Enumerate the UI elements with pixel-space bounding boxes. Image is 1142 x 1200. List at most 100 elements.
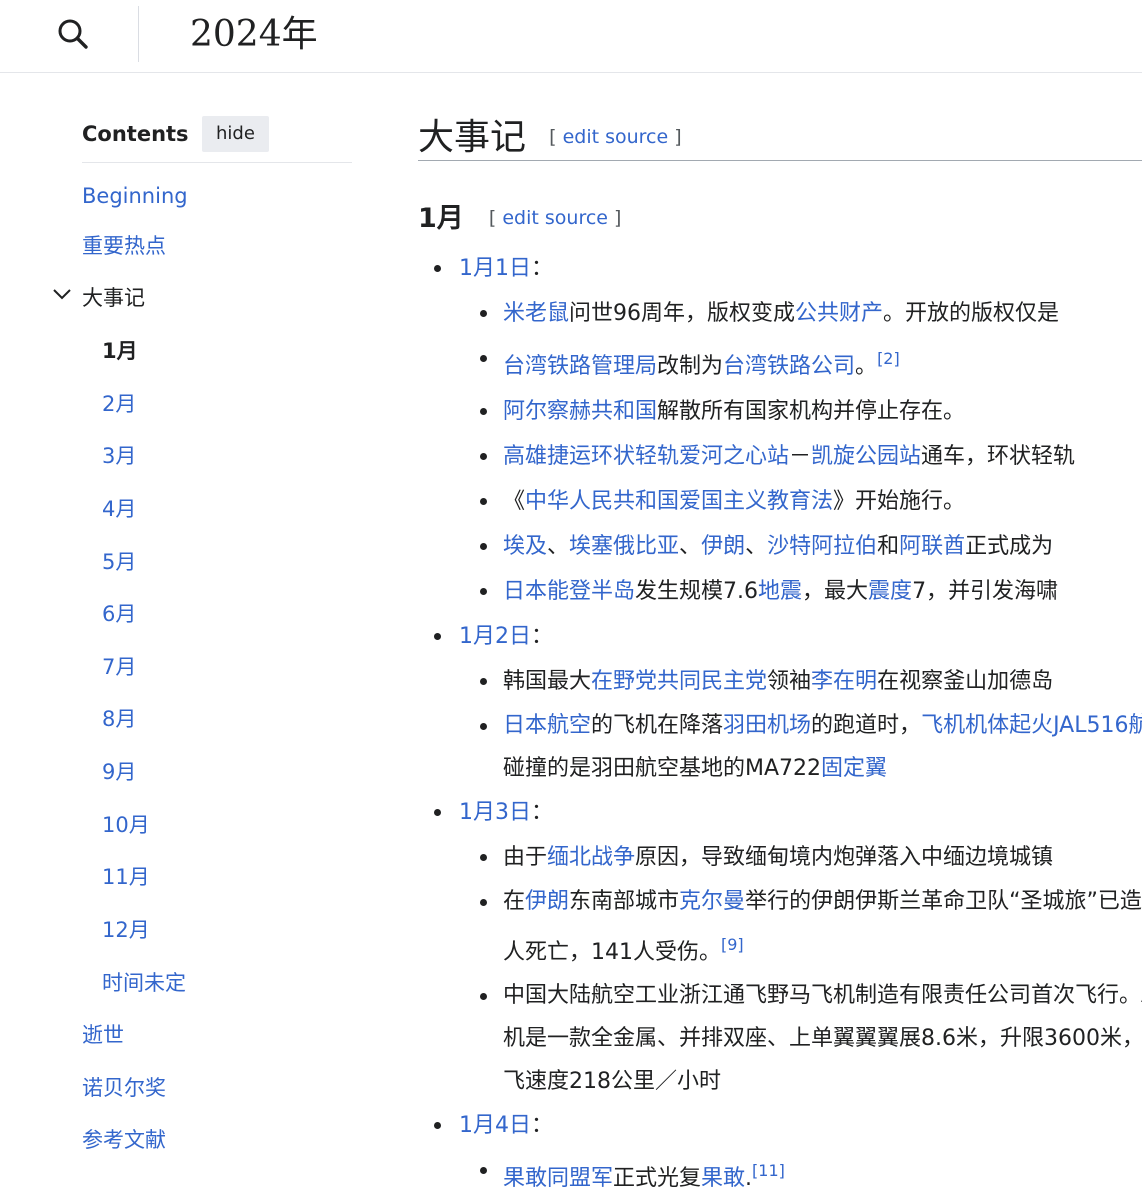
subsection-edit: [ edit source ] xyxy=(489,207,622,229)
article-link[interactable]: 阿联酋 xyxy=(899,534,965,559)
bracket-close: ] xyxy=(674,126,682,148)
event-list: 韩国最大在野党共同民主党领袖李在明在视察釜山加德岛 日本航空的飞机在降落羽田机场的… xyxy=(459,659,1142,790)
article-link[interactable]: 飞机机体起火 xyxy=(921,713,1053,738)
citation-ref[interactable]: [11] xyxy=(752,1161,785,1180)
toc-item-mar[interactable]: 3月 xyxy=(102,442,136,470)
article-link[interactable]: 果敢同盟军 xyxy=(503,1166,613,1191)
article-link[interactable]: 凯旋公园站 xyxy=(811,444,921,469)
event-item: 由于缅北战争原因，导致缅甸境内炮弹落入中缅边境城镇 xyxy=(459,835,1142,880)
toc-hide-button[interactable]: hide xyxy=(202,116,269,152)
article-link[interactable]: 羽田机场 xyxy=(723,713,811,738)
event-text: 韩国最大 xyxy=(503,669,592,694)
article-link[interactable]: 阿尔察赫共和国 xyxy=(503,399,657,424)
event-item: 日本航空的飞机在降落羽田机场的跑道时，飞机机体起火JAL516航班发生碰撞的是羽… xyxy=(459,704,1142,790)
event-item: 中国大陆航空工业浙江通飞野马飞机制造有限责任公司首次飞行。AG60飞机是一款全金… xyxy=(459,974,1142,1103)
chevron-down-icon xyxy=(53,289,71,300)
article-link[interactable]: 李在明 xyxy=(811,669,877,694)
article-link[interactable]: 高雄捷运环状轻轨爱河之心站 xyxy=(503,444,789,469)
toc-divider xyxy=(82,162,352,163)
event-list: 果敢同盟军正式光复果敢.[11] xyxy=(459,1148,1142,1200)
section-divider xyxy=(418,160,1142,161)
event-text: 正式成为 xyxy=(965,534,1054,559)
event-text: 通车，环状轻轨 xyxy=(921,444,1076,469)
event-text: 中国大陆航空工业浙江通飞野马飞机制造有限责任公司 xyxy=(503,983,1032,1008)
toc-title: Contents xyxy=(82,122,189,146)
toc-item-deaths[interactable]: 逝世 xyxy=(82,1021,124,1049)
article-link[interactable]: 中华人民共和国爱国主义教育法 xyxy=(525,489,833,514)
article-link[interactable]: 伊朗 xyxy=(701,534,745,559)
event-text: 的跑道时， xyxy=(811,713,922,738)
toc-item-jul[interactable]: 7月 xyxy=(102,653,136,681)
event-item: 台湾铁路管理局改制为台湾铁路公司。[2] xyxy=(459,336,1142,389)
event-list: 米老鼠问世96周年，版权变成公共财产。开放的版权仅是 台湾铁路管理局改制为台湾铁路… xyxy=(459,291,1142,614)
article-link[interactable]: 埃及 xyxy=(503,534,547,559)
article-link[interactable]: JAL516航班 xyxy=(1053,713,1142,738)
toc-item-undated[interactable]: 时间未定 xyxy=(102,969,186,997)
bracket-open: [ xyxy=(488,207,497,229)
toc-item-feb[interactable]: 2月 xyxy=(102,390,136,418)
date-link[interactable]: 1月1日 xyxy=(459,256,531,281)
date-link[interactable]: 1月4日 xyxy=(459,1113,531,1138)
article-link[interactable]: 公共财产 xyxy=(795,301,883,326)
date-colon: ： xyxy=(531,256,554,281)
event-text: 在 xyxy=(503,889,526,914)
edit-source-link[interactable]: edit source xyxy=(563,126,669,148)
event-text: 。 xyxy=(855,354,878,379)
section-title: 大事记 xyxy=(418,117,527,158)
toc-item-nobel[interactable]: 诺贝尔奖 xyxy=(82,1074,166,1102)
toc-item-sep[interactable]: 9月 xyxy=(102,758,136,786)
toc-collapse-toggle[interactable] xyxy=(50,282,74,306)
toc-item-beginning[interactable]: Beginning xyxy=(82,182,188,210)
article-link[interactable]: 台湾铁路公司 xyxy=(723,354,855,379)
toc-item-nov[interactable]: 11月 xyxy=(102,863,150,891)
article-link[interactable]: 固定翼 xyxy=(821,756,887,781)
toc-item-jun[interactable]: 6月 xyxy=(102,600,136,628)
subsection-title: 1月 xyxy=(418,203,464,234)
article-link[interactable]: 米老鼠 xyxy=(503,301,569,326)
article-link[interactable]: 埃塞俄比亚 xyxy=(569,534,679,559)
date-link[interactable]: 1月3日 xyxy=(459,800,531,825)
toc-item-events[interactable]: 大事记 xyxy=(82,284,145,312)
article-link[interactable]: 果敢 xyxy=(701,1166,745,1191)
bracket-close: ] xyxy=(614,207,622,229)
search-icon xyxy=(58,19,88,49)
toc-item-aug[interactable]: 8月 xyxy=(102,705,136,733)
article-link[interactable]: 日本能登半岛 xyxy=(503,579,635,604)
day-item: 1月3日： 由于缅北战争原因，导致缅甸境内炮弹落入中缅边境城镇 在伊朗东南部城市克尔… xyxy=(418,790,1142,1103)
toc-item-may[interactable]: 5月 xyxy=(102,548,136,576)
article-link[interactable]: 沙特阿拉伯 xyxy=(767,534,877,559)
article-link[interactable]: 克尔曼 xyxy=(679,889,745,914)
search-button[interactable] xyxy=(50,12,94,56)
toc-item-references[interactable]: 参考文献 xyxy=(82,1126,166,1154)
event-text: 改制为 xyxy=(657,354,724,379)
toc-item-dec[interactable]: 12月 xyxy=(102,916,150,944)
event-text: 举行的伊朗伊斯兰革命卫队“圣城旅” xyxy=(745,889,1098,914)
event-text: 《 xyxy=(503,489,526,514)
article-link[interactable]: 伊朗 xyxy=(525,889,569,914)
event-text: 领袖 xyxy=(767,669,812,694)
toc-item-apr[interactable]: 4月 xyxy=(102,495,136,523)
page-title: 2024年 xyxy=(190,14,318,55)
edit-source-link[interactable]: edit source xyxy=(502,207,608,229)
citation-ref[interactable]: [2] xyxy=(877,349,900,368)
event-text: 、 xyxy=(745,534,768,559)
event-text: 、 xyxy=(679,534,702,559)
toc-item-highlights[interactable]: 重要热点 xyxy=(82,232,166,260)
article-link[interactable]: 缅北战争 xyxy=(547,845,635,870)
day-item: 1月2日： 韩国最大在野党共同民主党领袖李在明在视察釜山加德岛 日本航空的飞机在降落… xyxy=(418,614,1142,790)
article-link[interactable]: 震度 xyxy=(868,579,912,604)
article-link[interactable]: 台湾铁路管理局 xyxy=(503,354,657,379)
event-text: 由于 xyxy=(503,845,548,870)
article-link[interactable]: 日本航空 xyxy=(503,713,591,738)
citation-ref[interactable]: [9] xyxy=(721,935,744,954)
date-link[interactable]: 1月2日 xyxy=(459,624,531,649)
toc-item-jan[interactable]: 1月 xyxy=(102,337,138,365)
article-link[interactable]: 在野党共同民主党 xyxy=(591,669,767,694)
date-colon: ： xyxy=(531,624,554,649)
event-item: 在伊朗东南部城市克尔曼举行的伊朗伊斯兰革命卫队“圣城旅”已造成103人死亡，14… xyxy=(459,880,1142,974)
event-item: 高雄捷运环状轻轨爱河之心站－凯旋公园站通车，环状轻轨 xyxy=(459,434,1142,479)
event-text: 7，并引发海啸 xyxy=(912,579,1059,604)
article-link[interactable]: 地震 xyxy=(758,579,802,604)
toc-item-oct[interactable]: 10月 xyxy=(102,811,150,839)
day-item: 1月4日： 果敢同盟军正式光复果敢.[11] xyxy=(418,1103,1142,1200)
